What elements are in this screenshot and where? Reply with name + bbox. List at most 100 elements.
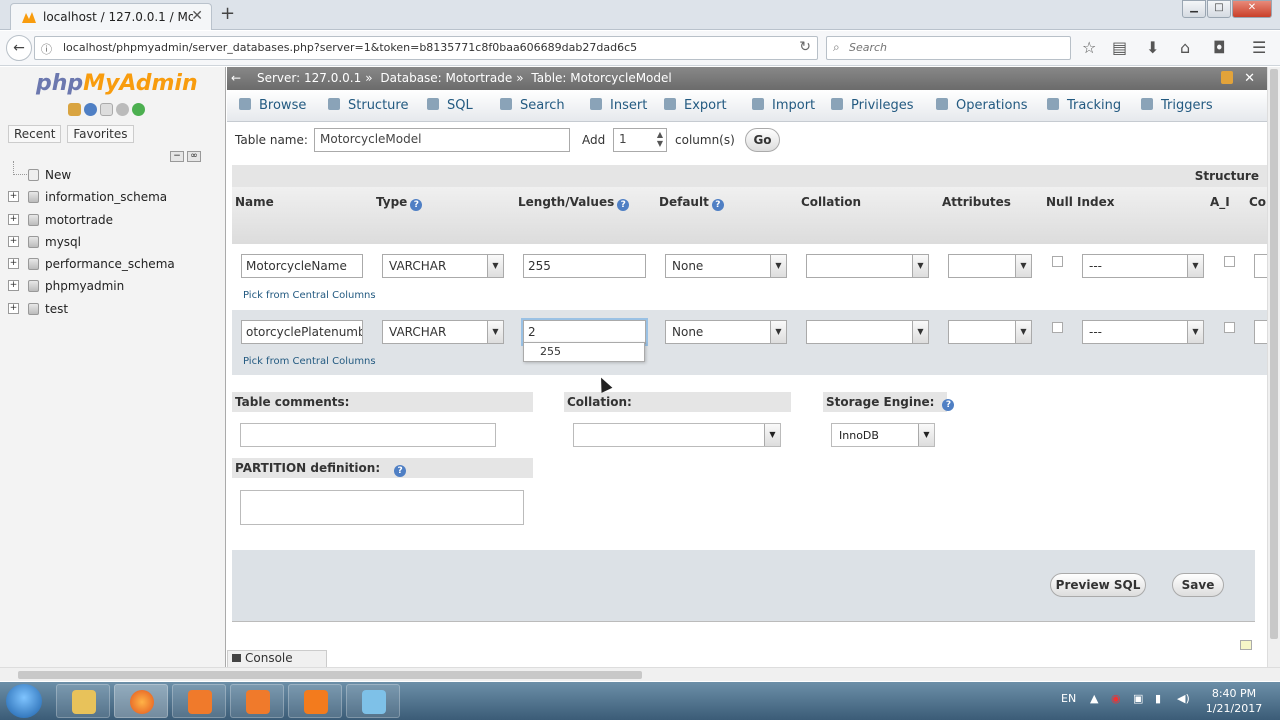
go-button[interactable]: Go xyxy=(745,128,780,152)
taskbar-explorer[interactable] xyxy=(56,684,110,718)
index-select[interactable]: --- ▼ xyxy=(1082,320,1204,344)
auto-increment-checkbox[interactable] xyxy=(1224,256,1235,267)
column-name-input[interactable]: MotorcycleName xyxy=(241,254,363,278)
null-checkbox[interactable] xyxy=(1052,256,1063,267)
windows-start-icon[interactable] xyxy=(6,684,42,718)
tree-item-database[interactable]: + phpmyadmin xyxy=(8,278,175,300)
crumb-database[interactable]: Database: Motortrade xyxy=(380,71,512,85)
tab-browse[interactable]: Browse xyxy=(239,98,306,113)
tab-sql[interactable]: SQL xyxy=(427,98,473,113)
table-name-input[interactable]: MotorcycleModel xyxy=(314,128,570,152)
attributes-select[interactable]: ▼ xyxy=(948,320,1032,344)
null-checkbox[interactable] xyxy=(1052,322,1063,333)
expand-icon[interactable]: + xyxy=(8,280,19,292)
phpmyadmin-logo[interactable]: phpMyAdmin xyxy=(36,71,198,96)
reload-icon[interactable]: ↻ xyxy=(799,39,811,55)
favorites-tab[interactable]: Favorites xyxy=(67,125,134,143)
minimize-button[interactable]: ▁ xyxy=(1182,0,1206,18)
vertical-scrollbar[interactable] xyxy=(1267,67,1280,667)
taskbar-xampp[interactable] xyxy=(288,684,342,718)
horizontal-scrollbar[interactable] xyxy=(0,667,1280,681)
crumb-server[interactable]: Server: 127.0.0.1 xyxy=(257,71,361,85)
tree-item-database[interactable]: + performance_schema xyxy=(8,256,175,278)
console-toggle[interactable]: Console xyxy=(227,650,327,668)
lock-icon[interactable] xyxy=(1221,71,1233,84)
tab-search[interactable]: Search xyxy=(500,98,565,113)
help-icon[interactable]: ? xyxy=(410,199,423,211)
crumb-table[interactable]: Table: MotorcycleModel xyxy=(531,71,671,85)
scrollbar-thumb[interactable] xyxy=(1270,69,1278,639)
url-bar[interactable]: ⓘ localhost/phpmyadmin/server_databases.… xyxy=(34,36,818,60)
expand-icon[interactable]: + xyxy=(8,213,19,225)
taskbar-app[interactable] xyxy=(346,684,400,718)
pocket-icon[interactable]: ◘ xyxy=(1213,38,1226,57)
new-tab-button[interactable]: + xyxy=(220,3,235,24)
expand-icon[interactable]: + xyxy=(8,235,19,247)
show-hidden-icons[interactable]: ▲ xyxy=(1090,692,1098,705)
expand-icon[interactable]: + xyxy=(8,258,19,270)
taskbar-app[interactable] xyxy=(172,684,226,718)
length-input[interactable]: 255 xyxy=(523,254,646,278)
tab-privileges[interactable]: Privileges xyxy=(831,98,914,113)
maximize-button[interactable]: □ xyxy=(1207,0,1231,18)
pick-central-columns-link[interactable]: Pick from Central Columns xyxy=(243,290,376,301)
expand-icon[interactable]: + xyxy=(8,302,19,314)
tab-tracking[interactable]: Tracking xyxy=(1047,98,1121,113)
comments-input[interactable] xyxy=(1254,320,1267,344)
length-input[interactable]: 2 xyxy=(521,318,648,346)
auto-increment-checkbox[interactable] xyxy=(1224,322,1235,333)
tree-item-database[interactable]: + test xyxy=(8,301,175,323)
partition-definition-input[interactable] xyxy=(240,490,524,525)
help-icon[interactable]: ? xyxy=(942,399,955,411)
column-name-input[interactable]: otorcyclePlatenumber xyxy=(241,320,363,344)
volume-icon[interactable]: ◀) xyxy=(1177,692,1190,705)
back-button[interactable]: ← xyxy=(6,35,32,61)
collapse-panel-icon[interactable]: ← xyxy=(231,67,241,90)
tree-item-database[interactable]: + information_schema xyxy=(8,189,175,211)
docs-icon[interactable] xyxy=(100,103,113,116)
spinner-icon[interactable]: ▲ ▼ xyxy=(657,130,663,148)
type-select[interactable]: VARCHAR ▼ xyxy=(382,254,504,278)
comments-input[interactable] xyxy=(1254,254,1267,278)
recent-tab[interactable]: Recent xyxy=(8,125,62,143)
add-columns-input[interactable]: 1 ▲ ▼ xyxy=(613,128,667,152)
type-select[interactable]: VARCHAR ▼ xyxy=(382,320,504,344)
expand-icon[interactable]: + xyxy=(8,191,19,203)
attributes-select[interactable]: ▼ xyxy=(948,254,1032,278)
close-window-button[interactable]: ✕ xyxy=(1232,0,1272,18)
link-icon[interactable]: ∞ xyxy=(187,151,201,162)
scrollbar-thumb[interactable] xyxy=(18,671,642,679)
tab-import[interactable]: Import xyxy=(752,98,815,113)
table-comments-input[interactable] xyxy=(240,423,496,447)
reading-list-icon[interactable]: ▤ xyxy=(1112,38,1127,57)
taskbar-firefox[interactable] xyxy=(114,684,168,718)
save-button[interactable]: Save xyxy=(1172,573,1224,597)
tree-item-new[interactable]: New xyxy=(8,161,175,189)
tree-item-database[interactable]: + mysql xyxy=(8,234,175,256)
note-icon[interactable] xyxy=(1240,640,1252,650)
reload-navigation-icon[interactable] xyxy=(132,103,145,116)
collapse-all-icon[interactable]: − xyxy=(170,151,184,162)
storage-engine-select[interactable]: InnoDB ▼ xyxy=(831,423,935,447)
help-icon[interactable]: ? xyxy=(394,465,407,477)
default-select[interactable]: None ▼ xyxy=(665,320,787,344)
bookmark-star-icon[interactable]: ☆ xyxy=(1082,38,1096,57)
search-box[interactable]: ⌕ xyxy=(826,36,1071,60)
antivirus-icon[interactable]: ◉ xyxy=(1111,692,1121,705)
close-icon[interactable]: ✕ xyxy=(1244,67,1255,90)
language-indicator[interactable]: EN xyxy=(1061,692,1076,705)
tab-export[interactable]: Export xyxy=(664,98,727,113)
collation-select[interactable]: ▼ xyxy=(806,320,929,344)
collation-select[interactable]: ▼ xyxy=(806,254,929,278)
pick-central-columns-link[interactable]: Pick from Central Columns xyxy=(243,356,376,367)
taskbar-app[interactable] xyxy=(230,684,284,718)
device-icon[interactable]: ▣ xyxy=(1133,692,1143,705)
default-select[interactable]: None ▼ xyxy=(665,254,787,278)
system-clock[interactable]: 8:40 PM 1/21/2017 xyxy=(1203,686,1265,716)
menu-icon[interactable]: ☰ xyxy=(1252,38,1266,57)
tab-structure[interactable]: Structure xyxy=(328,98,408,113)
table-collation-select[interactable]: ▼ xyxy=(573,423,781,447)
network-icon[interactable]: ▮ xyxy=(1155,692,1161,705)
home-icon[interactable] xyxy=(68,103,81,116)
autocomplete-suggestion[interactable]: 255 xyxy=(523,342,645,362)
